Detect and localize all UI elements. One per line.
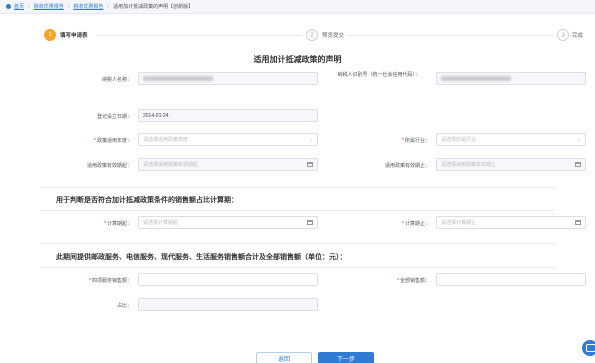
reg-date-field: 2014-01-24 <box>138 109 318 122</box>
ratio-field <box>138 298 318 311</box>
total-sales-input[interactable] <box>436 273 586 286</box>
ratio-label: 占比： <box>116 303 132 309</box>
calc-end-label: *计算期止： <box>350 220 430 227</box>
service-sales-label: *四项服务销售额： <box>60 277 132 284</box>
section-2-title: 此期间提供邮政服务、电信服务、现代服务、生活服务销售额合计及全部销售额（单位：元… <box>56 254 347 261</box>
reg-date-label: 登记设立日期： <box>96 114 132 120</box>
required-mark: * <box>94 138 96 144</box>
redacted-value <box>441 76 511 81</box>
taxpayer-id-label: 纳税人识别号（统一社会信用代码）： <box>337 72 420 78</box>
breadcrumb-level2-link[interactable]: 税收优惠报告 <box>73 3 103 10</box>
step-2-label: 预览提交 <box>322 33 345 39</box>
back-button[interactable]: 返回 <box>256 352 312 363</box>
taxpayer-id-field <box>436 72 586 85</box>
calendar-icon <box>575 162 581 167</box>
step-connector <box>96 35 302 36</box>
industry-placeholder: 请选择所属行业 <box>441 137 477 143</box>
breadcrumb: 首页 › 税收优惠报告 › 税收优惠报告 › 适用加计抵减政策的声明【创新版】 <box>0 0 595 14</box>
step-2-number: 2 <box>306 29 318 41</box>
taxpayer-name-label: 纳税人名称： <box>101 77 132 83</box>
next-step-button[interactable]: 下一步 <box>318 352 374 363</box>
breadcrumb-level1-link[interactable]: 税收优惠报告 <box>34 3 64 10</box>
service-sales-input[interactable] <box>138 273 318 286</box>
total-sales-label-text: 全部销售额： <box>399 278 430 284</box>
redacted-value <box>143 76 213 81</box>
calendar-icon <box>575 220 581 225</box>
calc-start-label: *计算期起： <box>60 220 132 227</box>
breadcrumb-separator: › <box>28 3 30 10</box>
breadcrumb-separator: › <box>67 3 70 10</box>
calendar-icon <box>307 220 313 225</box>
breadcrumb-separator: › <box>107 3 110 10</box>
start-period-field[interactable]: 请选择适用政策有效期起 <box>138 158 318 171</box>
industry-select[interactable]: 请选择所属行业 ⌄ <box>436 133 586 146</box>
required-mark: * <box>89 278 91 284</box>
step-connector <box>348 35 554 36</box>
industry-label: *所属行业： <box>350 137 430 144</box>
chat-help-icon[interactable] <box>582 340 595 356</box>
policy-year-select[interactable]: 请选择适用政策年度 ⌄ <box>138 133 318 146</box>
home-icon <box>6 4 11 9</box>
service-sales-label-text: 四项服务销售额： <box>91 278 132 284</box>
section-divider <box>40 187 555 188</box>
start-period-label: 适用政策有效期起： <box>86 163 132 169</box>
taxpayer-name-field <box>138 72 318 85</box>
section-divider <box>40 267 555 268</box>
end-period-label: 适用政策有效期止： <box>384 163 430 169</box>
breadcrumb-home-link[interactable]: 首页 <box>14 3 24 10</box>
form-title: 适用加计抵减政策的声明 <box>253 55 342 64</box>
end-period-placeholder: 请选择适用政策有效期止 <box>441 162 497 168</box>
breadcrumb-current: 适用加计抵减政策的声明【创新版】 <box>113 4 194 10</box>
total-sales-label: *全部销售额： <box>350 277 430 284</box>
step-3-label: 完成 <box>572 33 584 39</box>
required-mark: * <box>104 221 106 227</box>
progress-steps: 1 填写申请表 2 预览提交 3 完成 <box>0 28 595 44</box>
section-divider <box>40 210 555 211</box>
section-divider <box>40 243 555 244</box>
calc-end-label-text: 计算期止： <box>404 221 430 227</box>
end-period-field[interactable]: 请选择适用政策有效期止 <box>436 158 586 171</box>
industry-label-text: 所属行业： <box>404 138 430 144</box>
policy-year-placeholder: 请选择适用政策年度 <box>143 137 189 143</box>
calendar-icon <box>307 162 313 167</box>
step-1-number: 1 <box>44 29 56 41</box>
chevron-down-icon: ⌄ <box>576 137 581 143</box>
calc-start-field[interactable]: 请选择计算期起 <box>138 216 318 229</box>
step-1-label: 填写申请表 <box>60 33 88 39</box>
policy-year-label-text: 政策适用年度： <box>96 138 132 144</box>
step-3-number: 3 <box>557 29 569 41</box>
section-1-title: 用于判断是否符合加计抵减政策条件的销售额占比计算期： <box>56 197 238 204</box>
reg-date-value: 2014-01-24 <box>143 112 169 119</box>
policy-year-label: *政策适用年度： <box>60 137 132 144</box>
chevron-down-icon: ⌄ <box>308 137 313 143</box>
required-mark: * <box>402 138 404 144</box>
calc-start-label-text: 计算期起： <box>106 221 132 227</box>
required-mark: * <box>402 221 404 227</box>
calc-end-placeholder: 请选择计算期止 <box>441 220 477 226</box>
required-mark: * <box>397 278 399 284</box>
start-period-placeholder: 请选择适用政策有效期起 <box>143 162 199 168</box>
calc-start-placeholder: 请选择计算期起 <box>143 220 179 226</box>
calc-end-field[interactable]: 请选择计算期止 <box>436 216 586 229</box>
